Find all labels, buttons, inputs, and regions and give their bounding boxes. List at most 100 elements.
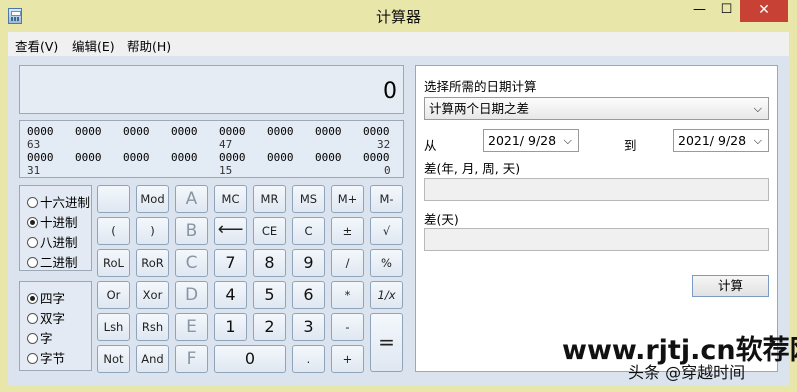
close-button[interactable]: ✕ bbox=[740, 0, 788, 22]
radio-label: 字节 bbox=[40, 351, 66, 366]
digit-7-key[interactable]: 7 bbox=[214, 249, 247, 277]
not-key[interactable]: Not bbox=[97, 345, 130, 373]
or-key[interactable]: Or bbox=[97, 281, 130, 309]
to-date-value: 2021/ 9/28 bbox=[678, 133, 747, 148]
digit-6-key[interactable]: 6 bbox=[292, 281, 325, 309]
menu-bar: 查看(V) 编辑(E) 帮助(H) bbox=[8, 32, 789, 56]
minimize-button[interactable]: — bbox=[686, 0, 713, 22]
blank-key[interactable] bbox=[97, 185, 130, 213]
left-paren-key[interactable]: ( bbox=[97, 217, 130, 245]
hex-e-key[interactable]: E bbox=[175, 313, 208, 341]
percent-key[interactable]: % bbox=[370, 249, 403, 277]
radio-word[interactable]: 字 bbox=[27, 328, 53, 346]
from-date-picker[interactable]: 2021/ 9/28 ⌵ bbox=[483, 129, 579, 152]
mod-key[interactable]: Mod bbox=[136, 185, 169, 213]
chevron-down-icon: ⌵ bbox=[753, 134, 762, 147]
bit-index: 32 bbox=[377, 138, 391, 151]
bin-group: 0000 bbox=[363, 151, 390, 164]
radio-dot-selected bbox=[27, 293, 38, 304]
reciprocal-key[interactable]: 1/x bbox=[370, 281, 403, 309]
digit-5-key[interactable]: 5 bbox=[253, 281, 286, 309]
title-bar: 计算器 — ☐ ✕ bbox=[0, 0, 797, 32]
clear-key[interactable]: C bbox=[292, 217, 325, 245]
chevron-down-icon: ⌵ bbox=[563, 134, 572, 147]
and-key[interactable]: And bbox=[136, 345, 169, 373]
number-base-group: 十六进制 十进制 八进制 二进制 bbox=[19, 185, 92, 271]
chevron-down-icon: ⌵ bbox=[753, 102, 762, 115]
bin-group: 0000 bbox=[123, 125, 150, 138]
hex-b-key[interactable]: B bbox=[175, 217, 208, 245]
menu-help[interactable]: 帮助(H) bbox=[127, 36, 171, 55]
add-key[interactable]: + bbox=[331, 345, 364, 373]
rol-key[interactable]: RoL bbox=[97, 249, 130, 277]
xor-key[interactable]: Xor bbox=[136, 281, 169, 309]
digit-0-key[interactable]: 0 bbox=[214, 345, 286, 373]
digit-1-key[interactable]: 1 bbox=[214, 313, 247, 341]
hex-d-key[interactable]: D bbox=[175, 281, 208, 309]
radio-hex[interactable]: 十六进制 bbox=[27, 192, 90, 210]
watermark-credit: 头条 @穿越时间 bbox=[628, 363, 746, 382]
bin-group: 0000 bbox=[315, 151, 342, 164]
hex-f-key[interactable]: F bbox=[175, 345, 208, 373]
bit-index: 0 bbox=[384, 164, 391, 177]
display-value: 0 bbox=[383, 79, 397, 104]
digit-3-key[interactable]: 3 bbox=[292, 313, 325, 341]
m-plus-key[interactable]: M+ bbox=[331, 185, 364, 213]
right-paren-key[interactable]: ) bbox=[136, 217, 169, 245]
digit-4-key[interactable]: 4 bbox=[214, 281, 247, 309]
digit-8-key[interactable]: 8 bbox=[253, 249, 286, 277]
calculate-button[interactable]: 计算 bbox=[692, 275, 769, 297]
hex-c-key[interactable]: C bbox=[175, 249, 208, 277]
diff-ymwd-label: 差(年, 月, 周, 天) bbox=[424, 161, 521, 176]
m-minus-key[interactable]: M- bbox=[370, 185, 403, 213]
menu-edit[interactable]: 编辑(E) bbox=[72, 36, 115, 55]
mc-key[interactable]: MC bbox=[214, 185, 247, 213]
digit-2-key[interactable]: 2 bbox=[253, 313, 286, 341]
radio-oct[interactable]: 八进制 bbox=[27, 232, 78, 250]
divide-key[interactable]: / bbox=[331, 249, 364, 277]
backspace-key[interactable]: ⟵ bbox=[214, 217, 247, 245]
bin-group: 0000 bbox=[267, 125, 294, 138]
radio-qword[interactable]: 四字 bbox=[27, 288, 65, 306]
rsh-key[interactable]: Rsh bbox=[136, 313, 169, 341]
radio-label: 二进制 bbox=[40, 255, 78, 270]
sqrt-key[interactable]: √ bbox=[370, 217, 403, 245]
radio-dot-selected bbox=[27, 217, 38, 228]
hex-a-key[interactable]: A bbox=[175, 185, 208, 213]
decimal-key[interactable]: . bbox=[292, 345, 325, 373]
bit-index: 15 bbox=[219, 164, 233, 177]
calc-mode-select[interactable]: 计算两个日期之差 ⌵ bbox=[424, 97, 769, 120]
mr-key[interactable]: MR bbox=[253, 185, 286, 213]
bit-index: 47 bbox=[219, 138, 233, 151]
word-size-group: 四字 双字 字 字节 bbox=[19, 281, 92, 371]
diff-days-label: 差(天) bbox=[424, 212, 459, 227]
diff-ymwd-output bbox=[424, 178, 769, 201]
bin-group: 0000 bbox=[27, 125, 54, 138]
ms-key[interactable]: MS bbox=[292, 185, 325, 213]
menu-view[interactable]: 查看(V) bbox=[15, 36, 58, 55]
calc-mode-value: 计算两个日期之差 bbox=[429, 101, 530, 116]
radio-label: 十进制 bbox=[40, 215, 78, 230]
bit-index: 63 bbox=[27, 138, 41, 151]
ce-key[interactable]: CE bbox=[253, 217, 286, 245]
radio-dword[interactable]: 双字 bbox=[27, 308, 65, 326]
equals-key[interactable]: = bbox=[370, 313, 403, 372]
date-panel-heading: 选择所需的日期计算 bbox=[424, 79, 537, 94]
bin-group: 0000 bbox=[219, 125, 246, 138]
maximize-button[interactable]: ☐ bbox=[713, 0, 740, 22]
radio-dot bbox=[27, 353, 38, 364]
ror-key[interactable]: RoR bbox=[136, 249, 169, 277]
digit-9-key[interactable]: 9 bbox=[292, 249, 325, 277]
radio-dec[interactable]: 十进制 bbox=[27, 212, 78, 230]
to-date-picker[interactable]: 2021/ 9/28 ⌵ bbox=[673, 129, 769, 152]
multiply-key[interactable]: * bbox=[331, 281, 364, 309]
subtract-key[interactable]: - bbox=[331, 313, 364, 341]
radio-bin[interactable]: 二进制 bbox=[27, 252, 78, 270]
binary-display: 0000 0000 0000 0000 0000 0000 0000 0000 … bbox=[19, 120, 404, 178]
lsh-key[interactable]: Lsh bbox=[97, 313, 130, 341]
plus-minus-key[interactable]: ± bbox=[331, 217, 364, 245]
radio-label: 双字 bbox=[40, 311, 66, 326]
radio-byte[interactable]: 字节 bbox=[27, 348, 65, 366]
radio-dot bbox=[27, 257, 38, 268]
radio-label: 四字 bbox=[40, 291, 66, 306]
